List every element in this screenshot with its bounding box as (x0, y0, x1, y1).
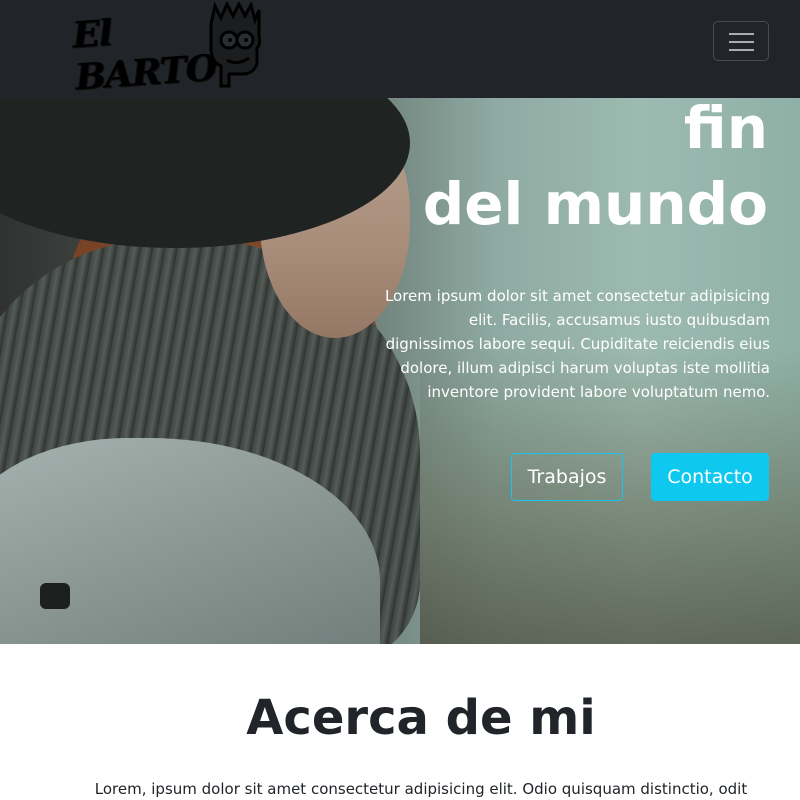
about-paragraph: Lorem, ipsum dolor sit amet consectetur … (94, 780, 748, 798)
hamburger-menu-icon-line (729, 49, 754, 51)
hamburger-menu-icon-line (729, 41, 754, 43)
navbar: El BARTO (0, 0, 800, 99)
brand-logo[interactable]: El BARTO (70, 2, 265, 99)
hero-section: fin del mundo Lorem ipsum dolor sit amet… (0, 98, 800, 644)
hamburger-menu-icon (729, 33, 754, 35)
hero-title-line2: del mundo (422, 170, 768, 238)
hero-zipper (40, 583, 70, 609)
works-button[interactable]: Trabajos (511, 453, 623, 501)
hero-title: fin del mundo (423, 98, 768, 242)
about-title: Acerca de mi (246, 690, 596, 746)
contact-button[interactable]: Contacto (651, 453, 769, 501)
hero-paragraph: Lorem ipsum dolor sit amet consectetur a… (384, 287, 770, 401)
navbar-toggler-button[interactable] (713, 21, 769, 61)
bart-face-icon (209, 2, 262, 88)
hero-title-line1: fin (683, 98, 768, 162)
